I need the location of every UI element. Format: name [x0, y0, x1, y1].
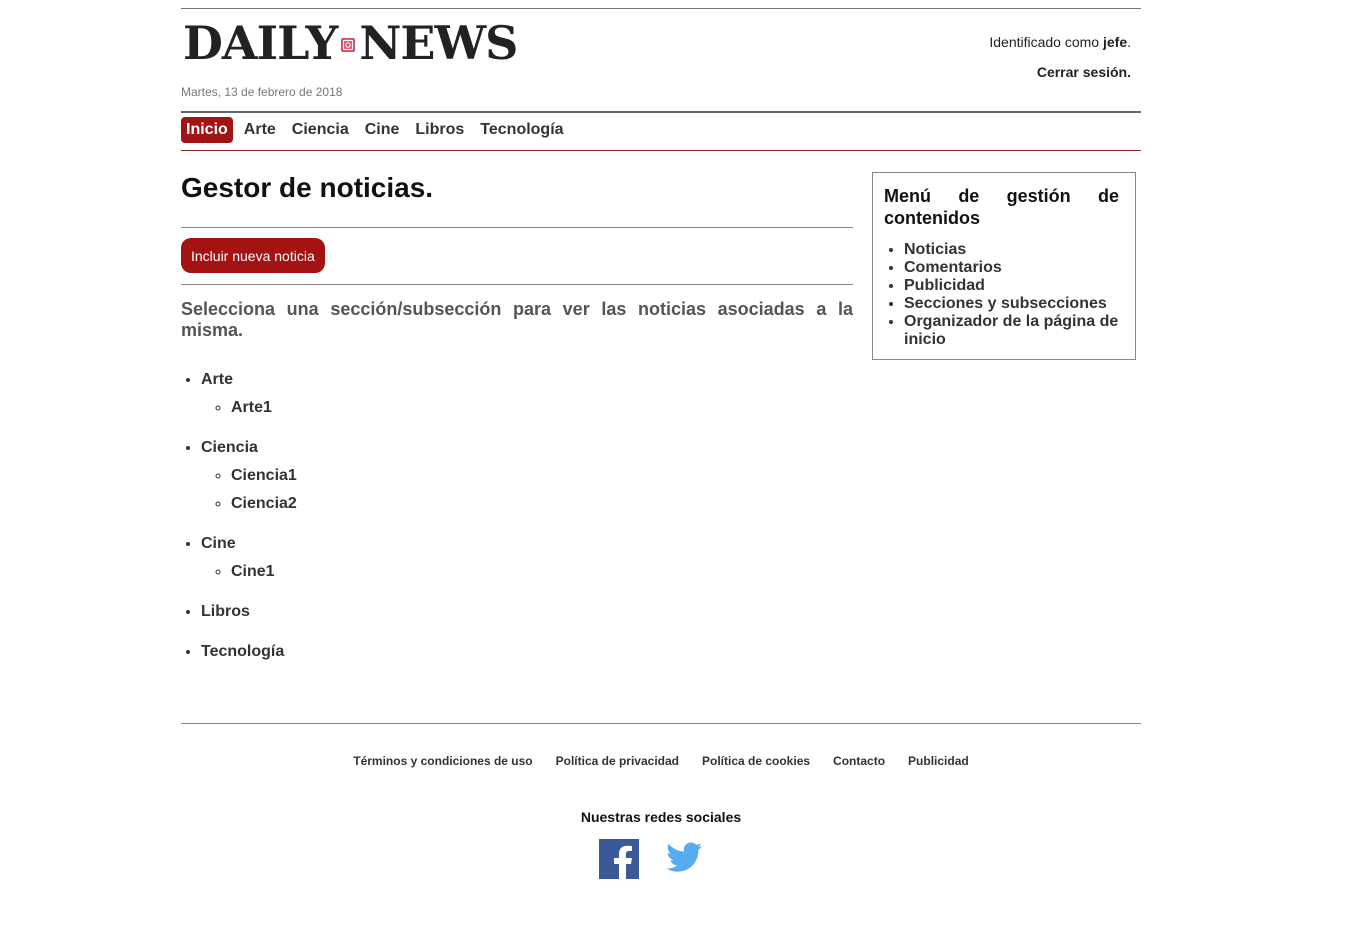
menu-item: Secciones y subsecciones: [904, 295, 1119, 313]
section-item: Cine Cine1: [201, 534, 853, 582]
subsection-link[interactable]: Arte1: [231, 399, 272, 416]
menu-title-word: de: [958, 186, 980, 206]
menu-item: Publicidad: [904, 277, 1119, 295]
user-prefix: Identificado como: [989, 34, 1103, 50]
subsection-list: Cine1: [201, 562, 853, 582]
user-status: Identificado como jefe.: [989, 34, 1131, 50]
subsection-item: Cine1: [231, 562, 853, 582]
section-item: Tecnología: [201, 642, 853, 662]
menu-title-word: de: [1097, 186, 1119, 206]
site-logo[interactable]: DAILY NEWS: [183, 16, 518, 70]
footer-links: Términos y condiciones de uso Política de…: [181, 754, 1141, 768]
nav-bottom-divider: [181, 150, 1141, 151]
menu-item: Noticias: [904, 241, 1119, 259]
menu-title: Menú de gestión de contenidos: [884, 185, 1119, 229]
menu-item-link[interactable]: Comentarios: [904, 259, 1002, 276]
twitter-icon[interactable]: [664, 840, 704, 876]
button-divider: [181, 284, 853, 285]
main-nav: Inicio Arte Ciencia Cine Libros Tecnología: [181, 116, 575, 143]
nav-item-cine[interactable]: Cine: [360, 117, 405, 143]
page-title: Gestor de noticias.: [181, 172, 434, 203]
menu-title-rest: contenidos: [884, 208, 981, 228]
logo-word-daily: DAILY: [183, 16, 338, 70]
section-list: ArteArte1CienciaCiencia1Ciencia2CineCine…: [181, 370, 853, 682]
intro-text: Selecciona una sección/subsección para v…: [181, 299, 853, 340]
subsection-list: Arte1: [201, 398, 853, 418]
nav-item-ciencia[interactable]: Ciencia: [287, 117, 354, 143]
menu-item-link[interactable]: Publicidad: [904, 277, 985, 294]
section-link[interactable]: Arte: [201, 370, 233, 390]
subsection-item: Ciencia1: [231, 466, 853, 486]
logout-link[interactable]: Cerrar sesión.: [1037, 64, 1131, 80]
footer-link[interactable]: Política de privacidad: [556, 754, 679, 768]
section-link[interactable]: Tecnología: [201, 642, 284, 662]
nav-item-libros[interactable]: Libros: [410, 117, 469, 143]
nav-item-inicio[interactable]: Inicio: [181, 116, 233, 143]
footer-link[interactable]: Publicidad: [908, 754, 969, 768]
footer-link[interactable]: Contacto: [833, 754, 885, 768]
footer-link[interactable]: Términos y condiciones de uso: [353, 754, 532, 768]
section-item: Arte Arte1: [201, 370, 853, 418]
footer-link[interactable]: Política de cookies: [702, 754, 810, 768]
subsection-item: Arte1: [231, 398, 853, 418]
user-name: jefe: [1102, 34, 1128, 50]
menu-title-word: gestión: [1006, 186, 1071, 206]
nav-item-arte[interactable]: Arte: [239, 117, 281, 143]
add-news-button[interactable]: Incluir nueva noticia: [181, 238, 325, 273]
logo-seal-icon: [340, 37, 356, 53]
title-divider: [181, 227, 853, 228]
subsection-list: Ciencia1 Ciencia2: [201, 466, 853, 514]
footer-divider: [181, 723, 1141, 724]
section-item: Ciencia Ciencia1 Ciencia2: [201, 438, 853, 514]
menu-item-link[interactable]: Noticias: [904, 241, 966, 258]
facebook-icon[interactable]: [599, 839, 639, 879]
menu-title-word: Menú: [884, 186, 931, 206]
menu-item: Comentarios: [904, 259, 1119, 277]
section-link[interactable]: Ciencia: [201, 438, 258, 458]
section-link[interactable]: Libros: [201, 602, 250, 622]
subsection-item: Ciencia2: [231, 494, 853, 514]
section-link[interactable]: Cine: [201, 534, 236, 554]
content-management-menu: Menú de gestión de contenidos NoticiasComen…: [872, 172, 1136, 360]
top-divider: [181, 8, 1141, 9]
subsection-link[interactable]: Ciencia1: [231, 467, 297, 484]
nav-item-tecnologia[interactable]: Tecnología: [475, 117, 568, 143]
social-title: Nuestras redes sociales: [580, 809, 742, 825]
current-date: Martes, 13 de febrero de 2018: [181, 85, 343, 99]
subsection-link[interactable]: Ciencia2: [231, 495, 297, 512]
section-item: Libros: [201, 602, 853, 622]
menu-item: Organizador de la página de inicio: [904, 313, 1119, 349]
nav-top-divider: [181, 111, 1141, 113]
menu-item-link[interactable]: Secciones y subsecciones: [904, 295, 1107, 312]
logo-word-news: NEWS: [359, 16, 518, 70]
user-suffix: .: [1127, 34, 1131, 50]
subsection-link[interactable]: Cine1: [231, 563, 275, 580]
menu-item-link[interactable]: Organizador de la página de inicio: [904, 313, 1118, 348]
